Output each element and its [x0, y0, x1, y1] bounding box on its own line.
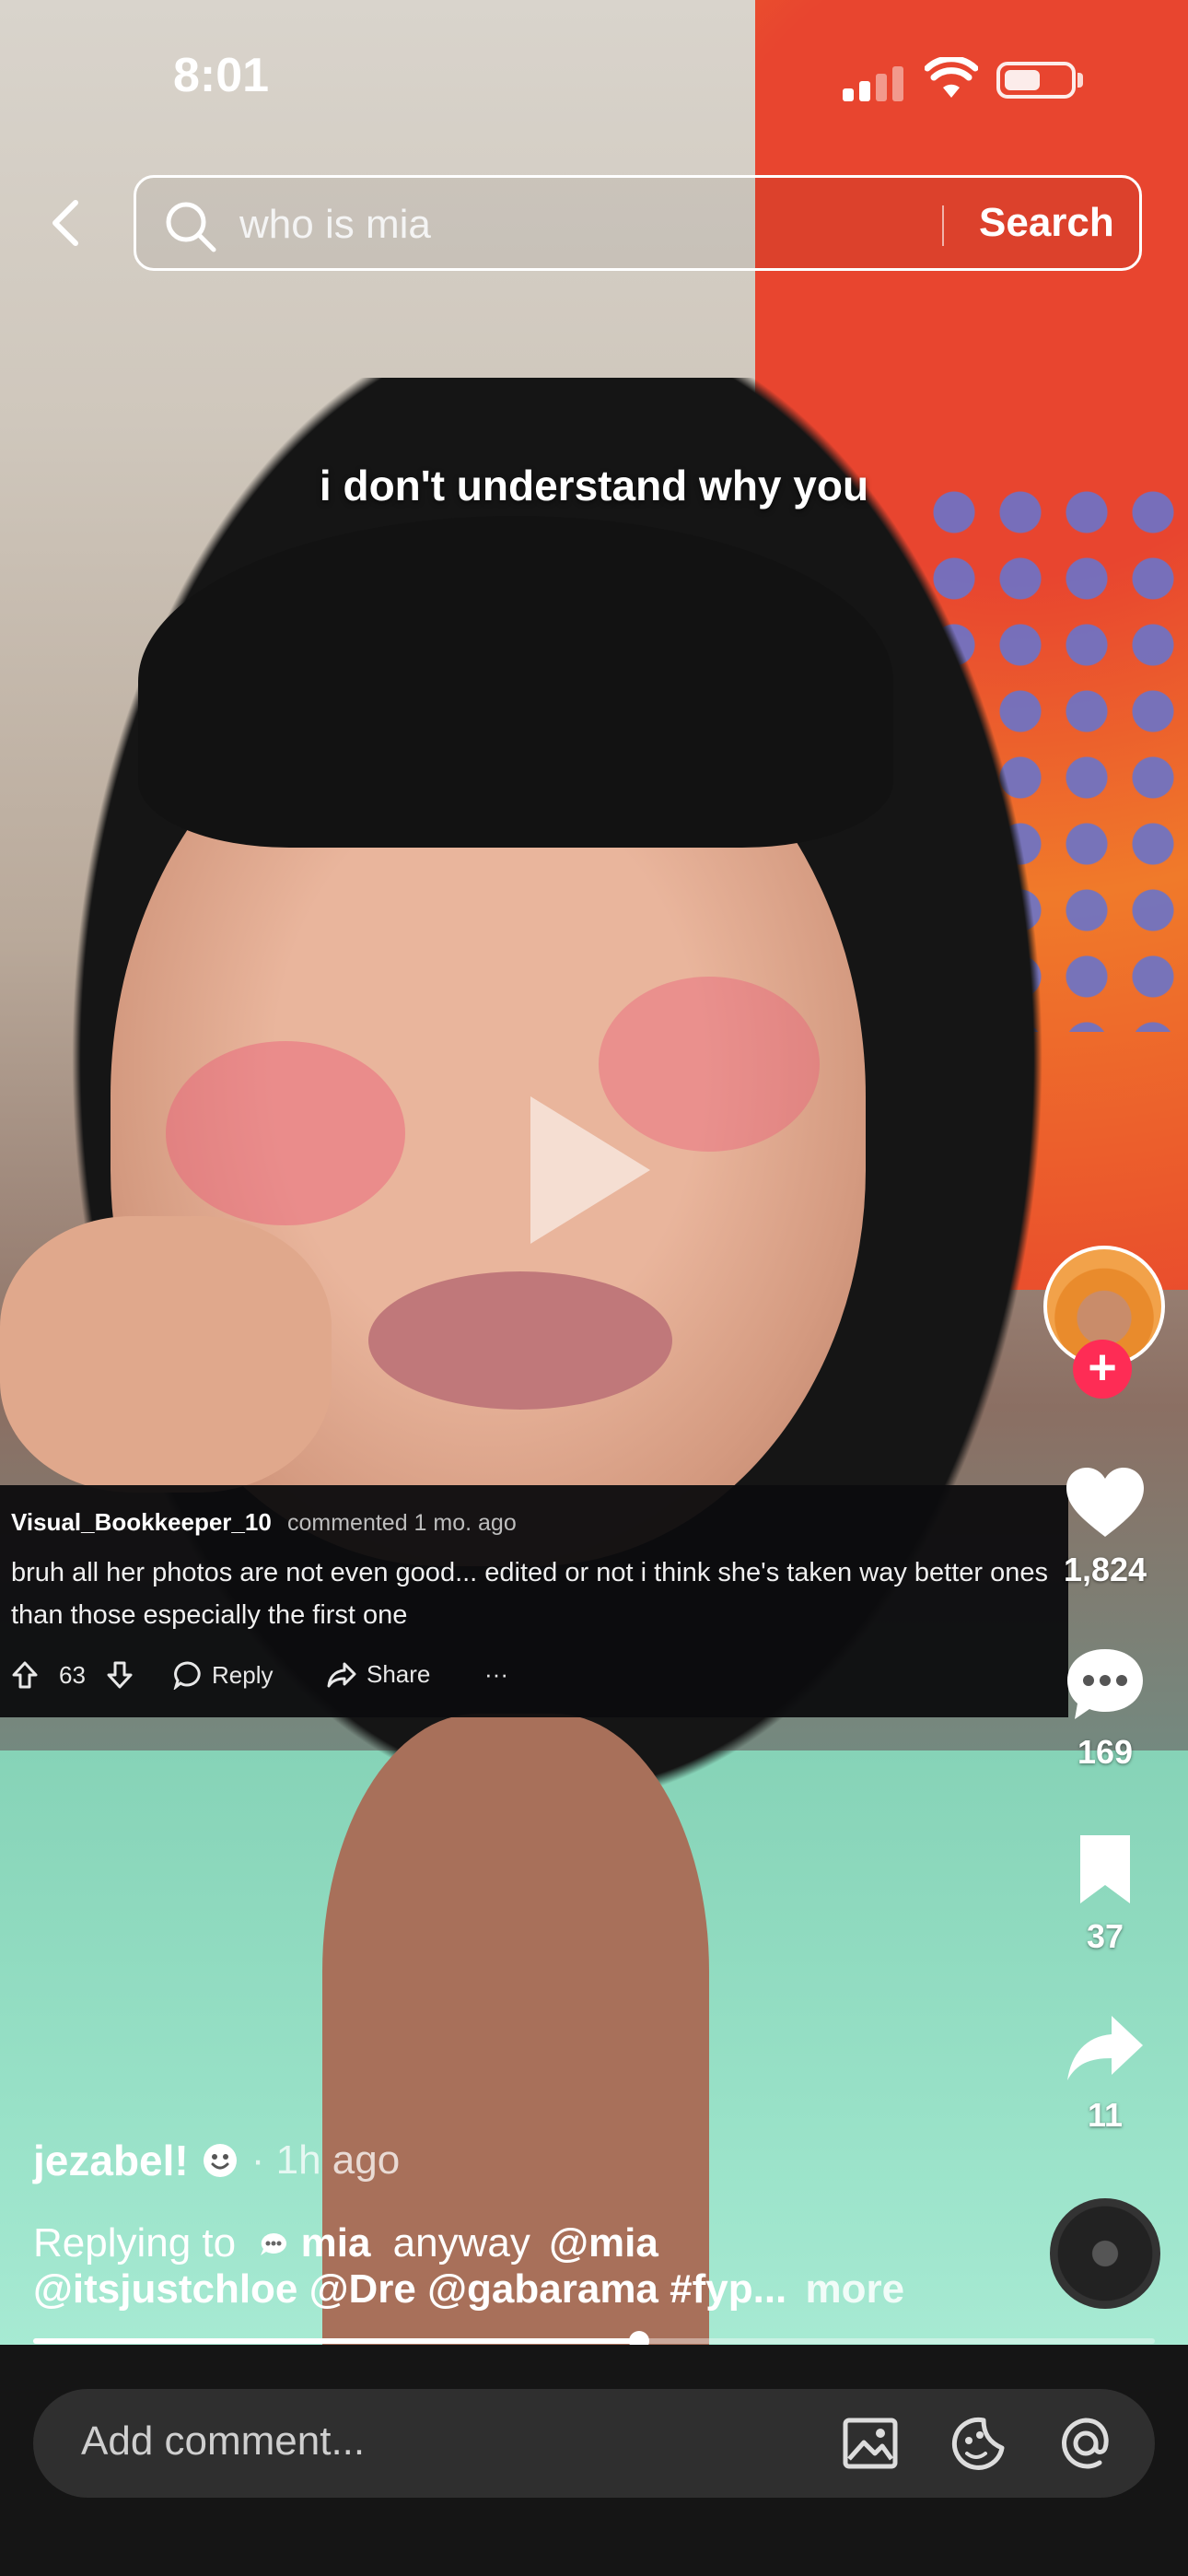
like-button[interactable]: 1,824 [1050, 1465, 1160, 1589]
image-icon[interactable] [840, 2413, 901, 2474]
video-caption: i don't understand why you [319, 462, 869, 509]
bookmark-icon [1080, 1835, 1130, 1903]
replying-label: Replying to [33, 2220, 237, 2266]
save-count: 37 [1086, 1917, 1124, 1955]
lips [368, 1271, 672, 1410]
save-button[interactable]: 37 [1050, 1832, 1160, 1956]
more-dots-icon: ··· [484, 1660, 508, 1688]
speech-bubble-icon [173, 1661, 201, 1690]
comment-bubble-icon [1067, 1649, 1143, 1719]
downvote-icon[interactable] [106, 1660, 134, 1690]
comment-count: 169 [1077, 1733, 1134, 1771]
share-comment-button[interactable]: Share [326, 1660, 430, 1689]
search-query[interactable]: who is mia [239, 202, 431, 248]
post-description[interactable]: Replying to mia anyway @mia @itsjustchlo… [33, 2220, 1009, 2313]
smiley-icon [203, 2144, 237, 2177]
upvote-count: 63 [59, 1660, 86, 1689]
mention-at-icon[interactable] [1055, 2413, 1116, 2474]
add-comment-placeholder: Add comment... [81, 2418, 366, 2464]
bangs [138, 516, 893, 848]
reply-button[interactable]: Reply [173, 1660, 273, 1690]
more-link[interactable]: more [806, 2266, 905, 2312]
post-time: · 1h ago [250, 2137, 401, 2183]
search-button[interactable]: Search [979, 200, 1114, 246]
status-bar: 8:01 [0, 0, 1188, 157]
reply-bubble-icon [261, 2233, 287, 2255]
cheek-left [166, 1041, 405, 1225]
video-progress-bar[interactable] [33, 2331, 1155, 2351]
add-comment-input[interactable]: Add comment... [33, 2389, 1155, 2498]
mentions-and-hashtags[interactable]: @itsjustchloe @Dre @gabarama #fyp... [33, 2266, 786, 2312]
upvote-group: 63 [11, 1660, 134, 1690]
comment-username[interactable]: Visual_Bookkeeper_10 [11, 1508, 272, 1537]
reply-label: Reply [212, 1660, 274, 1689]
play-icon[interactable] [530, 1096, 650, 1244]
comments-button[interactable]: 169 [1050, 1645, 1160, 1772]
comment-bar: Add comment... [0, 2345, 1188, 2576]
battery-icon [996, 62, 1076, 99]
mention-link[interactable]: @mia [549, 2220, 658, 2266]
heart-icon [1066, 1468, 1144, 1537]
share-icon [1067, 2016, 1143, 2080]
status-time: 8:01 [173, 49, 270, 102]
search-input[interactable]: who is mia Search [134, 175, 1142, 271]
replying-user-link[interactable]: mia [301, 2220, 371, 2266]
comment-meta: commented 1 mo. ago [287, 1510, 517, 1536]
post-author-line: jezabel! · 1h ago [33, 2136, 400, 2185]
cellular-signal-icon [843, 64, 903, 101]
post-text-word: anyway [392, 2220, 530, 2266]
share-label: Share [367, 1660, 431, 1688]
share-arrow-icon [327, 1662, 356, 1687]
share-count: 11 [1087, 2096, 1124, 2134]
comment-body: bruh all her photos are not even good...… [11, 1558, 1048, 1630]
follow-plus-button[interactable]: + [1073, 1340, 1132, 1399]
more-options-button[interactable]: ··· [484, 1660, 508, 1689]
reply-comment-card[interactable]: Visual_Bookkeeper_10 commented 1 mo. ago… [0, 1485, 1068, 1717]
author-name[interactable]: jezabel! [33, 2136, 189, 2185]
like-count: 1,824 [1063, 1551, 1147, 1588]
emoji-sticker-icon[interactable] [949, 2413, 1009, 2474]
search-icon [166, 202, 216, 252]
search-divider [942, 205, 944, 246]
upvote-icon[interactable] [11, 1660, 39, 1690]
share-button[interactable]: 11 [1050, 2012, 1160, 2135]
music-disc-icon[interactable] [1050, 2198, 1160, 2309]
progress-fill [33, 2338, 639, 2344]
wifi-icon [925, 57, 978, 98]
battery-tip [1077, 73, 1083, 88]
back-arrow-icon[interactable] [41, 195, 96, 251]
hand [0, 1216, 332, 1493]
